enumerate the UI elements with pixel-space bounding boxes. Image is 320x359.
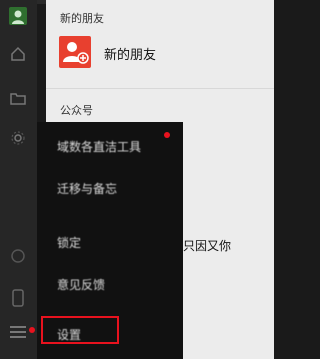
section-public-accounts: 公众号 [60,104,93,117]
menu-badge-dot [29,327,35,333]
settings-highlight-box [41,316,119,344]
contact-name-partial[interactable]: 只因又你 [183,237,231,254]
menu-item-feedback[interactable]: 意见反馈 [37,264,183,304]
section-new-friends: 新的朋友 [60,12,104,25]
new-friends-item-label[interactable]: 新的朋友 [104,44,156,63]
home-icon[interactable] [8,44,28,64]
avatar-icon[interactable] [8,6,28,26]
phone-icon[interactable] [8,288,28,308]
sidebar-rail [0,0,37,359]
section-divider [46,88,274,89]
chat-icon[interactable] [8,246,28,266]
menu-item-migrate[interactable]: 迁移与备忘 [37,168,183,208]
menu-item-tools-badge [164,132,170,138]
new-friends-icon[interactable] [59,36,91,68]
menu-item-tools[interactable]: 域数各直洁工具 [37,126,183,166]
menu-item-lock[interactable]: 锁定 [37,222,183,262]
menu-icon[interactable] [8,322,28,342]
folder-icon[interactable] [8,88,28,108]
settings-gear-icon[interactable] [8,128,28,148]
